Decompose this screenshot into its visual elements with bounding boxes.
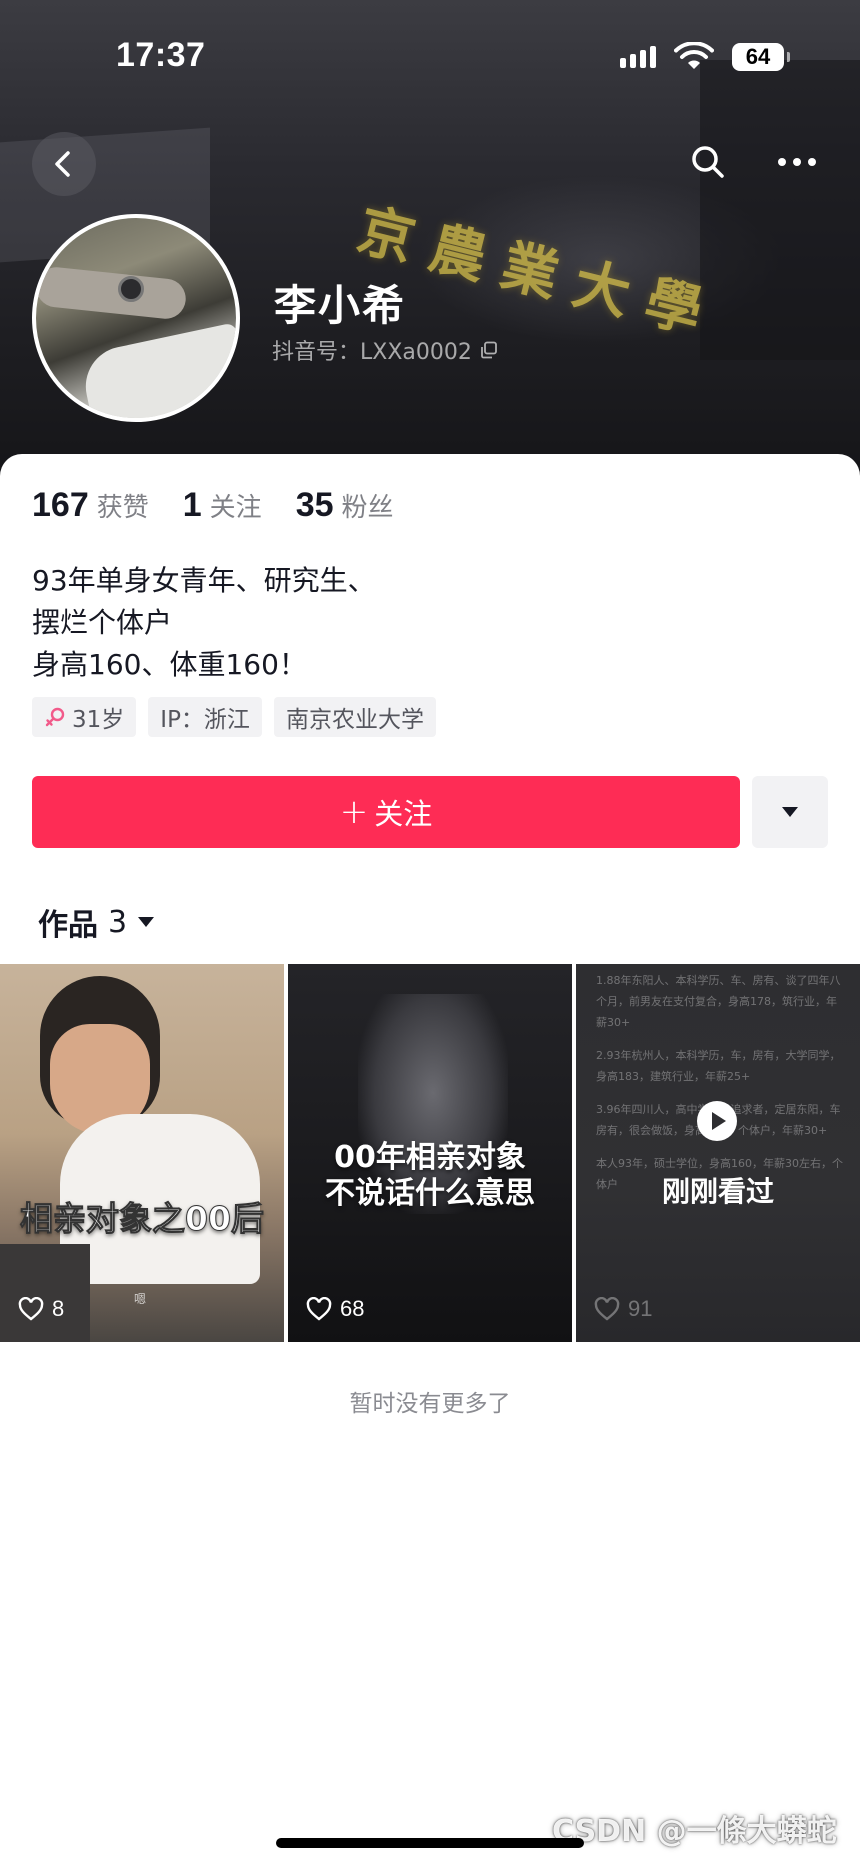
stat-likes: 167 获赞 [32,486,149,525]
tab-works[interactable]: 作品 3 [38,900,155,944]
cellular-signal-icon [620,46,656,68]
heart-icon [306,1297,332,1321]
follow-button[interactable]: + 关注 [32,776,740,848]
wifi-icon [674,42,714,69]
heart-icon [18,1297,44,1321]
watermark: CSDN @一條大蟒蛇 [552,1814,837,1849]
plus-icon: + [339,792,369,832]
profile-banner: 京農業大學 17:37 64 李小希 抖音号：LXXa0002 [0,0,860,480]
back-button[interactable] [32,132,96,196]
status-time: 17:37 [116,36,206,74]
battery-icon: 64 [732,43,790,71]
copy-icon[interactable] [480,341,498,359]
search-icon [692,146,724,178]
video-text-line: 1.88年东阳人、本科学历、车、房有、谈了四年八个月，前男友在支付复合，身高17… [596,974,841,1029]
stat-label: 获赞 [96,493,149,523]
chevron-left-icon [55,151,70,177]
likes-count: 91 [628,1296,653,1321]
caret-down-icon [782,807,798,817]
end-of-list-text: 暂时没有更多了 [349,1391,511,1417]
stat-label: 关注 [209,493,262,523]
video-caption: 嗯 [134,1292,147,1306]
profile-bio: 93年单身女青年、研究生、 摆烂个体户 身高160、体重160！ [32,560,376,686]
video-title-line: 00年相亲对象 [334,1140,526,1175]
tag-age: 31岁 [32,697,137,737]
video-title-line: 不说话什么意思 [325,1176,535,1211]
status-icons: 64 [620,42,790,72]
tag-age-text: 31岁 [72,707,125,733]
search-button[interactable] [684,138,732,186]
profile-tags: 31岁 IP：浙江 南京农业大学 [32,697,436,737]
female-icon [45,707,65,727]
stat-value: 167 [32,486,89,524]
tag-ip: IP：浙江 [148,697,262,737]
stat-value: 1 [182,486,202,524]
profile-card: 167 获赞 1 关注 35 粉丝 93年单身女青年、研究生、 摆烂个体户 身高… [0,454,860,1864]
stat-label: 粉丝 [341,493,394,523]
video-likes: 91 [594,1296,652,1322]
profile-stats: 167 获赞 1 关注 35 粉丝 [32,486,428,525]
bio-line: 93年单身女青年、研究生、 [32,564,376,597]
stat-following[interactable]: 1 关注 [183,486,262,525]
stat-value: 35 [295,486,334,524]
video-text-line: 2.93年杭州人，本科学历，车，房有，大学同学，身高183，建筑行业，年薪25+ [596,1049,841,1083]
recently-viewed-label: 刚刚看过 [661,1175,774,1208]
profile-name: 李小希 [274,281,407,330]
ellipsis-icon [778,158,816,166]
play-icon [697,1101,737,1141]
video-title: 00年相亲对象 不说话什么意思 [288,1140,572,1212]
video-thumbnail[interactable]: 00年相亲对象 不说话什么意思 68 [288,964,572,1342]
likes-count: 68 [340,1296,365,1321]
works-count: 3 [108,904,128,940]
more-options-button[interactable] [770,138,824,186]
home-indicator[interactable] [276,1838,584,1848]
heart-icon [594,1297,620,1321]
douyin-id[interactable]: 抖音号：LXXa0002 [272,334,498,366]
video-likes: 68 [306,1296,364,1322]
video-grid: 相亲对象之00后 嗯 8 00年相亲对象 不说话什么意思 68 1.88年东阳人… [0,964,860,1342]
works-label: 作品 [38,908,98,943]
tag-school[interactable]: 南京农业大学 [273,697,436,737]
caret-down-icon [138,917,155,927]
video-title: 相亲对象之00后 [20,1199,265,1239]
stat-followers[interactable]: 35 粉丝 [296,486,394,525]
bio-line: 身高160、体重160！ [32,648,307,681]
video-thumbnail[interactable]: 1.88年东阳人、本科学历、车、房有、谈了四年八个月，前男友在支付复合，身高17… [576,964,860,1342]
likes-count: 8 [52,1296,65,1321]
video-likes: 8 [18,1296,64,1322]
video-thumbnail[interactable]: 相亲对象之00后 嗯 8 [0,964,284,1342]
follow-label: 关注 [374,797,433,831]
follow-dropdown-button[interactable] [752,776,828,848]
bio-line: 摆烂个体户 [32,606,173,639]
douyin-id-text: 抖音号：LXXa0002 [272,340,472,365]
avatar[interactable] [32,214,240,422]
